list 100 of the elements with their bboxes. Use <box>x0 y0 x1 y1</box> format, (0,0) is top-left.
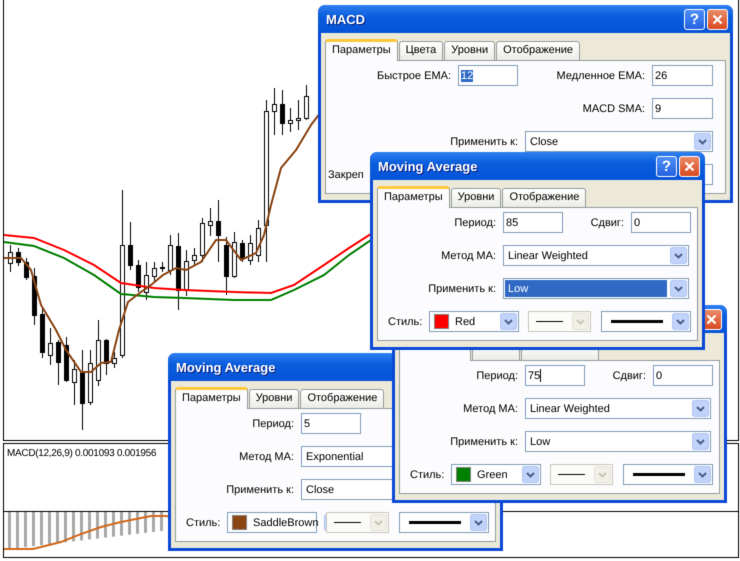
help-button[interactable]: ? <box>656 156 677 176</box>
field-label: MACD SMA: <box>582 102 646 114</box>
candlestick <box>240 240 245 262</box>
text-field[interactable]: 9 <box>652 98 713 119</box>
field-label: Медленное EMA: <box>556 70 646 82</box>
dropdown-field[interactable]: Linear Weighted <box>503 245 689 266</box>
chevron-down-icon[interactable] <box>522 466 539 483</box>
line-sample-icon <box>611 320 663 323</box>
candlestick <box>104 338 109 376</box>
tab[interactable]: Уровни <box>248 389 300 408</box>
line-sample-icon <box>334 521 361 524</box>
candlestick <box>184 250 189 296</box>
color-dropdown[interactable]: Red <box>429 311 519 332</box>
candlestick <box>272 88 277 136</box>
candlestick <box>56 340 61 386</box>
candlestick <box>224 236 229 296</box>
field-label: Метод МА: <box>440 250 497 262</box>
chevron-down-icon[interactable] <box>672 313 689 330</box>
candlestick <box>256 220 261 262</box>
chevron-down-icon[interactable] <box>670 247 687 264</box>
tab[interactable]: Отображение <box>300 389 384 408</box>
chevron-down-icon[interactable] <box>470 514 487 531</box>
field-label: Период: <box>251 418 295 430</box>
candlestick <box>288 108 293 132</box>
tab[interactable]: Параметры <box>175 387 248 409</box>
candlestick <box>72 360 77 406</box>
tab[interactable]: Уровни <box>444 41 496 60</box>
tab[interactable]: Параметры <box>325 39 398 61</box>
chevron-down-icon[interactable] <box>670 280 687 297</box>
line-width-dropdown[interactable] <box>601 311 691 332</box>
line-sample-icon <box>633 473 685 476</box>
text-field[interactable]: 0 <box>631 212 691 233</box>
line-width-dropdown[interactable] <box>399 512 489 533</box>
candlestick <box>40 308 45 358</box>
candlestick <box>192 248 197 266</box>
candlestick <box>32 268 37 326</box>
candlestick <box>8 244 13 272</box>
chevron-down-icon[interactable] <box>692 433 709 450</box>
tab[interactable]: Цвета <box>398 41 444 60</box>
close-icon <box>706 314 717 324</box>
candlestick <box>144 262 149 300</box>
candlestick <box>152 262 157 282</box>
close-icon <box>712 14 723 24</box>
close-icon <box>684 160 695 172</box>
tab[interactable]: Параметры <box>377 186 450 208</box>
tab[interactable]: Отображение <box>496 41 580 60</box>
line-sample-icon <box>409 521 461 524</box>
field-label: Сдвиг: <box>590 216 625 228</box>
candlestick <box>16 248 21 266</box>
field-label: Закреп <box>327 168 365 180</box>
field-label: Применить к: <box>427 282 497 294</box>
candlestick <box>96 320 101 386</box>
chevron-down-icon[interactable] <box>694 466 711 483</box>
candlestick <box>304 84 309 120</box>
text-field[interactable]: 5 <box>301 413 361 434</box>
candlestick <box>248 234 253 266</box>
field-label: Метод МА: <box>238 450 295 462</box>
text-field[interactable]: 75 <box>525 365 585 386</box>
candlestick <box>200 218 205 262</box>
candlestick <box>216 200 221 262</box>
dropdown-field[interactable]: Low <box>503 278 689 299</box>
text-field[interactable]: 26 <box>652 65 713 86</box>
field-label: Метод МА: <box>462 402 519 414</box>
candlestick <box>160 262 165 272</box>
candlestick <box>64 336 69 382</box>
candlestick <box>168 234 173 276</box>
tab[interactable]: Отображение <box>502 188 586 207</box>
dropdown-field[interactable]: Low <box>525 431 711 452</box>
field-label: Период: <box>475 370 519 382</box>
text-field[interactable]: 0 <box>653 365 713 386</box>
field-label: Применить к: <box>449 136 519 148</box>
candlestick <box>136 260 141 292</box>
chevron-down-icon[interactable] <box>692 400 709 417</box>
field-label: Быстрое EMA: <box>376 70 452 82</box>
color-dropdown[interactable]: Green <box>451 464 541 485</box>
candlestick <box>208 208 213 236</box>
field-label: Сдвиг: <box>612 370 647 382</box>
field-label: Применить к: <box>449 436 519 448</box>
close-button[interactable] <box>707 8 728 30</box>
dropdown-field[interactable]: Linear Weighted <box>525 398 711 419</box>
field-label: Период: <box>453 216 497 228</box>
text-field[interactable]: 85 <box>503 212 563 233</box>
dropdown-field[interactable]: Close <box>525 131 713 152</box>
field-label: Применить к: <box>225 484 295 496</box>
field-label: Стиль: <box>409 468 446 480</box>
chevron-down-icon[interactable] <box>694 133 711 150</box>
close-button[interactable] <box>679 156 700 176</box>
candlestick <box>128 222 133 270</box>
window-title: MACD <box>326 12 366 26</box>
line-sample-icon <box>536 320 563 323</box>
tab[interactable]: Уровни <box>450 188 502 207</box>
candlestick <box>296 100 301 130</box>
line-sample-icon <box>558 473 585 476</box>
line-width-dropdown[interactable] <box>623 464 713 485</box>
candlestick <box>232 232 237 278</box>
window-title: Moving Average <box>176 360 276 374</box>
text-field[interactable]: 12 <box>458 65 518 86</box>
chevron-down-icon[interactable] <box>500 313 517 330</box>
candlestick <box>112 352 117 368</box>
help-button[interactable]: ? <box>684 8 705 30</box>
